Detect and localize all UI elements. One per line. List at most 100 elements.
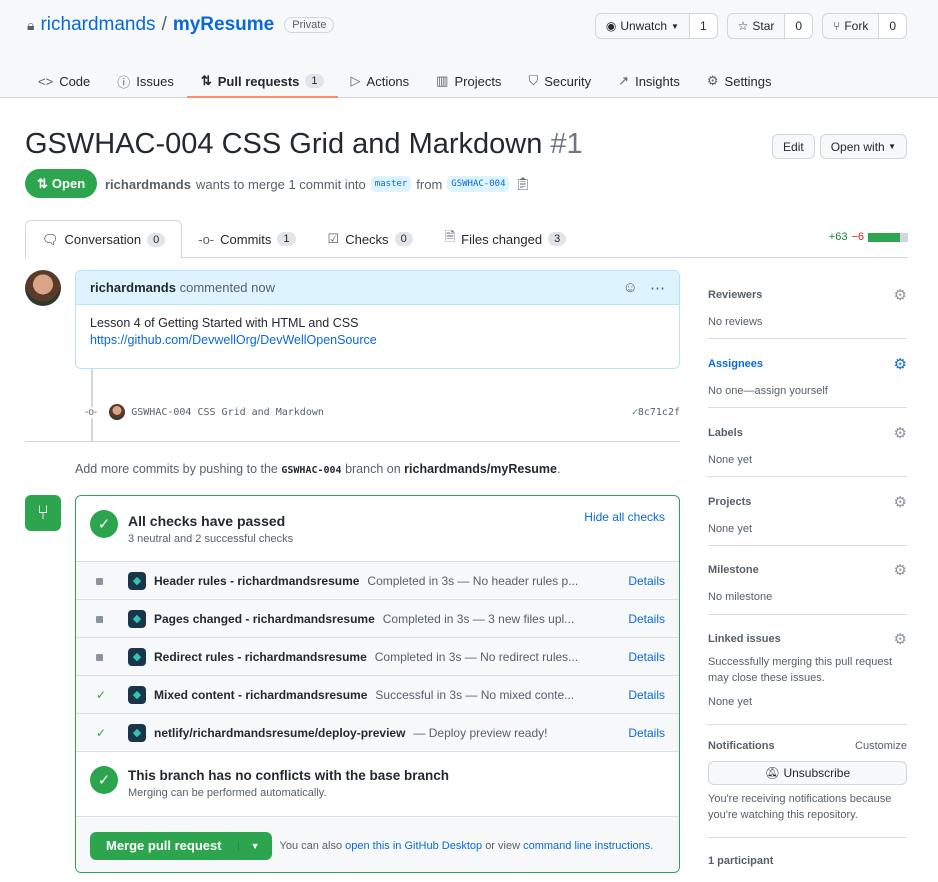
merge-options-dropdown[interactable]: ▼ <box>237 840 272 851</box>
gear-icon[interactable]: ⚙ <box>894 561 907 579</box>
nav-issues[interactable]: ⓘ Issues <box>117 66 174 96</box>
separator: / <box>161 14 167 35</box>
gear-icon[interactable]: ⚙ <box>894 630 907 648</box>
watch-button[interactable]: ◉ Unwatch ▼ 1 <box>594 13 718 39</box>
check-description: Successful in 3s — No mixed conte... <box>375 687 575 702</box>
sidebar-reviewers: Reviewers ⚙ No reviews <box>708 286 907 339</box>
pr-count: 1 <box>305 74 324 88</box>
cli-instructions-link[interactable]: command line instructions <box>523 840 650 852</box>
base-branch[interactable]: master <box>370 176 412 192</box>
gear-icon[interactable]: ⚙ <box>894 286 907 304</box>
github-desktop-link[interactable]: open this in GitHub Desktop <box>345 840 482 852</box>
fork-icon: ⑂ <box>833 19 841 33</box>
gear-icon[interactable]: ⚙ <box>894 355 907 373</box>
avatar[interactable] <box>25 270 61 306</box>
pull-request-icon: ⇅ <box>37 175 48 191</box>
watch-count[interactable]: 1 <box>688 14 717 38</box>
head-branch[interactable]: GSWHAC-004 <box>447 176 510 192</box>
repo-name-link[interactable]: myResume <box>173 14 274 36</box>
gear-icon: ⚙ <box>706 73 719 88</box>
nav-projects[interactable]: ▥ Projects <box>436 66 501 96</box>
sidebar-assignees: Assignees ⚙ No one—assign yourself <box>708 355 907 408</box>
comment-author[interactable]: richardmands <box>90 280 176 295</box>
commit-avatar <box>109 404 126 420</box>
netlify-icon: ◆ <box>128 647 146 666</box>
edit-button[interactable]: Edit <box>772 134 815 159</box>
repo-nav: <> Code ⓘ Issues ⇅ Pull requests 1 ▷ Actions … <box>38 66 799 98</box>
file-diff-icon: 🗎︎ <box>444 229 456 244</box>
commit-icon: -o- <box>85 406 98 418</box>
push-hint: Add more commits by pushing to the GSWHA… <box>75 462 561 476</box>
code-icon: <> <box>38 73 54 89</box>
smiley-icon[interactable]: ☺ <box>623 279 638 297</box>
check-row: ◆ Header rules - richardmandsresume Comple… <box>76 561 679 599</box>
tab-commits[interactable]: -o- Commits 1 <box>182 220 311 258</box>
merge-text: wants to merge 1 commit into <box>195 176 366 192</box>
pr-tabs: 🗨︎ Conversation 0 -o- Commits 1 ☑ Checks 0 🗎︎ F… <box>25 220 908 259</box>
details-link[interactable]: Details <box>628 650 665 664</box>
check-name: Pages changed - richardmandsresume <box>154 611 375 626</box>
unsubscribe-button[interactable]: 🔕︎ Unsubscribe <box>708 761 907 785</box>
pr-meta: richardmands wants to merge 1 commit int… <box>105 176 531 192</box>
comment-box: richardmands commented now ☺ ⋯ Lesson 4 o… <box>75 270 680 369</box>
commit-message[interactable]: GSWHAC-004 CSS Grid and Markdown <box>131 407 324 418</box>
tab-conversation[interactable]: 🗨︎ Conversation 0 <box>25 220 183 259</box>
commit-icon: -o- <box>198 231 215 247</box>
check-circle-icon: ✓ <box>90 510 118 538</box>
kebab-icon[interactable]: ⋯ <box>650 279 665 297</box>
check-name: netlify/richardmandsresume/deploy-previe… <box>154 725 406 740</box>
check-description: Completed in 3s — No header rules p... <box>367 573 579 588</box>
merge-button[interactable]: Merge pull request <box>90 838 238 853</box>
gear-icon[interactable]: ⚙ <box>894 424 907 442</box>
nav-settings[interactable]: ⚙ Settings <box>707 66 772 96</box>
check-row: ◆ Redirect rules - richardmandsresume Comp… <box>76 637 679 675</box>
sidebar-linked-issues: Linked issues ⚙ Successfully merging this … <box>708 630 907 725</box>
check-name: Redirect rules - richardmandsresume <box>154 649 367 664</box>
diffstat-bar <box>868 232 908 242</box>
check-row: ✓ ◆ netlify/richardmandsresume/deploy-prev… <box>76 713 679 751</box>
customize-link[interactable]: Customize <box>855 740 907 752</box>
hide-checks-link[interactable]: Hide all checks <box>584 510 665 547</box>
checklist-icon: ☑ <box>327 231 340 246</box>
star-button[interactable]: ☆ Star 0 <box>726 13 814 39</box>
comment-icon: 🗨︎ <box>42 231 59 247</box>
gear-icon[interactable]: ⚙ <box>894 493 907 511</box>
caret-down-icon: ▼ <box>671 21 679 31</box>
fork-count[interactable]: 0 <box>878 14 906 38</box>
merge-box: ✓ All checks have passed 3 neutral and 2 … <box>75 495 680 873</box>
nav-code[interactable]: <> Code <box>38 66 90 96</box>
check-icon: ✓ <box>96 725 107 740</box>
details-link[interactable]: Details <box>628 688 665 702</box>
neutral-square-icon <box>96 574 128 588</box>
tab-files-changed[interactable]: 🗎︎ Files changed 3 <box>429 220 583 258</box>
copy-icon[interactable]: 📋︎ <box>514 176 531 192</box>
graph-icon: ↗ <box>618 73 630 88</box>
repo-owner-link[interactable]: richardmands <box>40 14 155 36</box>
neutral-square-icon <box>96 612 128 626</box>
fork-button[interactable]: ⑂ Fork 0 <box>822 13 907 39</box>
netlify-icon: ◆ <box>128 685 146 704</box>
nav-insights[interactable]: ↗ Insights <box>618 66 680 96</box>
details-link[interactable]: Details <box>628 574 665 588</box>
tab-checks[interactable]: ☑ Checks 0 <box>312 220 429 258</box>
star-count[interactable]: 0 <box>784 14 813 38</box>
author-link[interactable]: richardmands <box>105 177 191 192</box>
nav-actions[interactable]: ▷ Actions <box>351 66 410 96</box>
pr-title: GSWHAC-004 CSS Grid and Markdown #1 <box>25 128 583 160</box>
commit-sha[interactable]: 8c71c2f <box>638 407 680 418</box>
nav-pull-requests[interactable]: ⇅ Pull requests 1 <box>186 66 338 98</box>
netlify-icon: ◆ <box>128 723 146 742</box>
eye-icon: ◉ <box>605 19 617 33</box>
sidebar-milestone: Milestone ⚙ No milestone <box>708 561 907 615</box>
participants-count: 1 participant <box>708 855 774 867</box>
nav-security[interactable]: ⛉ Security <box>528 66 591 96</box>
repo-header: 🔒︎ richardmands / myResume Private ◉ Unwa… <box>0 0 938 98</box>
assign-yourself-link[interactable]: No one—assign yourself <box>708 383 907 399</box>
comment-link[interactable]: https://github.com/DevwellOrg/DevWellOpe… <box>90 333 377 347</box>
issue-icon: ⓘ <box>117 74 131 90</box>
check-circle-icon: ✓ <box>90 766 118 794</box>
open-with-button[interactable]: Open with ▼ <box>819 134 907 159</box>
details-link[interactable]: Details <box>628 612 665 626</box>
details-link[interactable]: Details <box>628 726 665 740</box>
lock-icon: 🔒︎ <box>27 16 35 33</box>
